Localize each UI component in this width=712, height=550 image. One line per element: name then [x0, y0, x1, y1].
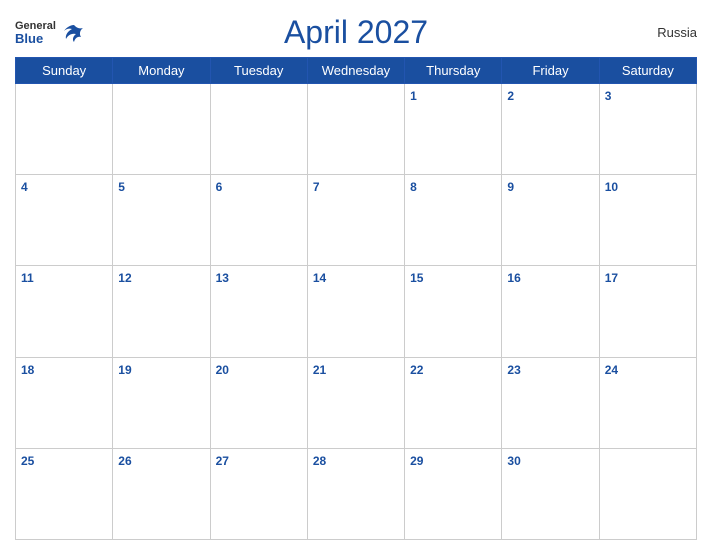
calendar-day: 28: [307, 448, 404, 539]
calendar-day: 17: [599, 266, 696, 357]
day-number: 14: [313, 271, 326, 285]
calendar-day: 16: [502, 266, 599, 357]
day-number: 29: [410, 454, 423, 468]
calendar-day: 15: [405, 266, 502, 357]
day-number: 11: [21, 271, 34, 285]
calendar-day: 30: [502, 448, 599, 539]
day-number: 25: [21, 454, 34, 468]
calendar-day: 7: [307, 175, 404, 266]
day-number: 13: [216, 271, 229, 285]
calendar-day: 19: [113, 357, 210, 448]
calendar-day: 4: [16, 175, 113, 266]
calendar-week-row: 11 12 13 14 15 16 17: [16, 266, 697, 357]
day-number: 4: [21, 180, 28, 194]
day-number: 18: [21, 363, 34, 377]
calendar-day: 2: [502, 84, 599, 175]
calendar-day: 23: [502, 357, 599, 448]
day-of-week-monday: Monday: [113, 58, 210, 84]
calendar-day: [307, 84, 404, 175]
calendar-day: 29: [405, 448, 502, 539]
day-number: 2: [507, 89, 514, 103]
day-number: 22: [410, 363, 423, 377]
day-number: 20: [216, 363, 229, 377]
calendar-day: 18: [16, 357, 113, 448]
day-number: 9: [507, 180, 514, 194]
day-number: 21: [313, 363, 326, 377]
calendar-week-row: 18 19 20 21 22 23 24: [16, 357, 697, 448]
calendar-header: General Blue April 2027 Russia: [15, 10, 697, 51]
calendar-day: [210, 84, 307, 175]
day-number: 3: [605, 89, 612, 103]
calendar-day: 1: [405, 84, 502, 175]
calendar-day: 14: [307, 266, 404, 357]
day-number: 6: [216, 180, 223, 194]
logo: General Blue: [15, 21, 88, 45]
day-number: 27: [216, 454, 229, 468]
day-number: 5: [118, 180, 125, 194]
calendar-week-row: 1 2 3: [16, 84, 697, 175]
day-number: 15: [410, 271, 423, 285]
day-number: 26: [118, 454, 131, 468]
country-label: Russia: [657, 25, 697, 40]
logo-general: General: [15, 21, 56, 32]
calendar-table: SundayMondayTuesdayWednesdayThursdayFrid…: [15, 57, 697, 540]
calendar-day: 12: [113, 266, 210, 357]
day-of-week-friday: Friday: [502, 58, 599, 84]
calendar-day: 8: [405, 175, 502, 266]
day-number: 1: [410, 89, 417, 103]
calendar-day: 5: [113, 175, 210, 266]
calendar-day: 9: [502, 175, 599, 266]
day-number: 7: [313, 180, 320, 194]
calendar-day: [599, 448, 696, 539]
day-of-week-wednesday: Wednesday: [307, 58, 404, 84]
day-number: 23: [507, 363, 520, 377]
calendar-title: April 2027: [284, 14, 428, 51]
calendar-day: 20: [210, 357, 307, 448]
calendar-day: 27: [210, 448, 307, 539]
day-number: 24: [605, 363, 618, 377]
logo-blue: Blue: [15, 32, 56, 45]
day-of-week-saturday: Saturday: [599, 58, 696, 84]
logo-bird-icon: [60, 23, 88, 43]
calendar-day: 13: [210, 266, 307, 357]
calendar-week-row: 4 5 6 7 8 9 10: [16, 175, 697, 266]
day-number: 28: [313, 454, 326, 468]
calendar-day: 6: [210, 175, 307, 266]
calendar-day: 24: [599, 357, 696, 448]
calendar-day: [113, 84, 210, 175]
calendar-day: [16, 84, 113, 175]
day-number: 19: [118, 363, 131, 377]
day-number: 30: [507, 454, 520, 468]
calendar-day: 10: [599, 175, 696, 266]
calendar-day: 21: [307, 357, 404, 448]
days-of-week-row: SundayMondayTuesdayWednesdayThursdayFrid…: [16, 58, 697, 84]
calendar-week-row: 25 26 27 28 29 30: [16, 448, 697, 539]
calendar-day: 11: [16, 266, 113, 357]
calendar-day: 26: [113, 448, 210, 539]
calendar-day: 3: [599, 84, 696, 175]
day-number: 8: [410, 180, 417, 194]
day-of-week-sunday: Sunday: [16, 58, 113, 84]
calendar-day: 22: [405, 357, 502, 448]
day-number: 16: [507, 271, 520, 285]
day-number: 12: [118, 271, 131, 285]
day-of-week-tuesday: Tuesday: [210, 58, 307, 84]
day-of-week-thursday: Thursday: [405, 58, 502, 84]
day-number: 17: [605, 271, 618, 285]
calendar-day: 25: [16, 448, 113, 539]
day-number: 10: [605, 180, 618, 194]
